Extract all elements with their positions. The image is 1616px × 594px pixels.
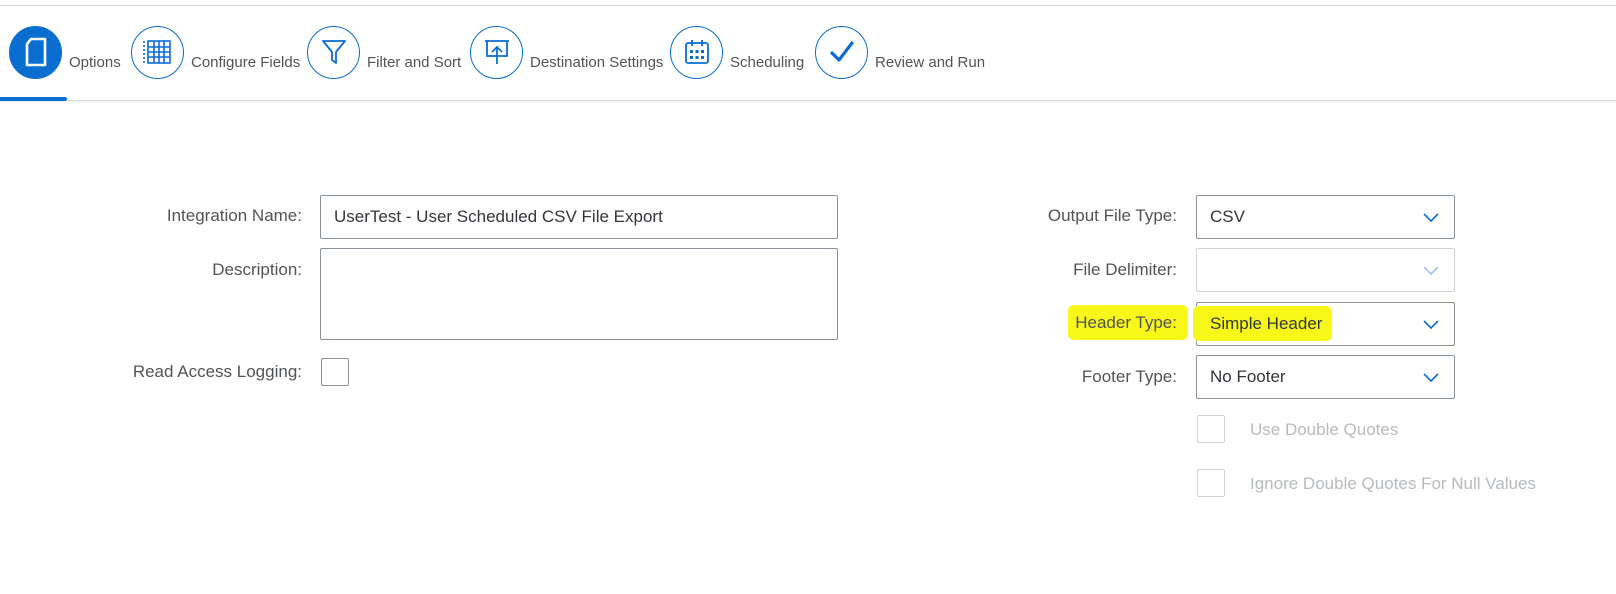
output-file-type-value: CSV <box>1210 207 1245 226</box>
chevron-down-icon <box>1423 373 1439 383</box>
header-type-select[interactable]: Simple Header <box>1193 302 1455 346</box>
use-double-quotes-checkbox[interactable] <box>1197 415 1225 443</box>
footer-type-label: Footer Type: <box>1081 367 1177 386</box>
integration-name-label: Integration Name: <box>166 206 302 225</box>
read-access-logging-checkbox[interactable] <box>321 358 349 386</box>
upload-board-icon <box>470 25 523 79</box>
wizard-step-label: Options <box>69 53 121 71</box>
wizard-step-filter-and-sort[interactable]: Filter and Sort <box>307 24 461 80</box>
file-delimiter-label: File Delimiter: <box>1073 260 1177 279</box>
wizard-step-label: Destination Settings <box>530 53 664 71</box>
wizard-step-review-and-run[interactable]: Review and Run <box>815 24 985 80</box>
use-double-quotes-label: Use Double Quotes <box>1250 420 1399 439</box>
wizard-step-configure-fields[interactable]: Configure Fields <box>131 24 300 80</box>
file-delimiter-select[interactable] <box>1196 248 1455 292</box>
header-type-label: Header Type: <box>1075 313 1177 332</box>
integration-name-value: UserTest - User Scheduled CSV File Expor… <box>334 207 663 226</box>
output-file-type-label: Output File Type: <box>1047 206 1177 225</box>
description-label: Description: <box>212 260 302 279</box>
wizard-step-label: Filter and Sort <box>367 53 462 71</box>
ignore-double-quotes-null-checkbox[interactable] <box>1197 469 1225 497</box>
header-type-value: Simple Header <box>1210 314 1323 333</box>
wizard-step-destination-settings[interactable]: Destination Settings <box>470 24 663 80</box>
wizard-step-scheduling[interactable]: Scheduling <box>670 24 804 80</box>
active-step-indicator <box>0 97 67 101</box>
output-file-type-select[interactable]: CSV <box>1196 195 1455 239</box>
chevron-down-icon <box>1423 213 1439 223</box>
grid-icon <box>131 25 184 79</box>
footer-type-select[interactable]: No Footer <box>1196 355 1455 399</box>
wizard-step-label: Review and Run <box>875 53 986 71</box>
calendar-icon <box>670 25 723 79</box>
chevron-down-icon <box>1423 266 1439 276</box>
footer-type-value: No Footer <box>1210 367 1286 386</box>
description-textarea[interactable] <box>320 248 838 340</box>
wizard-step-options[interactable]: Options <box>9 24 121 80</box>
filter-icon <box>307 25 360 79</box>
integration-name-input[interactable]: UserTest - User Scheduled CSV File Expor… <box>320 195 838 239</box>
read-access-logging-label: Read Access Logging: <box>132 362 302 381</box>
document-icon <box>9 25 62 79</box>
checkmark-icon <box>815 25 868 79</box>
chevron-down-icon <box>1423 320 1439 330</box>
wizard-step-label: Configure Fields <box>191 53 301 71</box>
wizard-progress-bar: Options Configure Fields Filter and Sort <box>0 6 1616 101</box>
wizard-step-label: Scheduling <box>730 53 805 71</box>
ignore-double-quotes-null-label: Ignore Double Quotes For Null Values <box>1250 474 1537 493</box>
